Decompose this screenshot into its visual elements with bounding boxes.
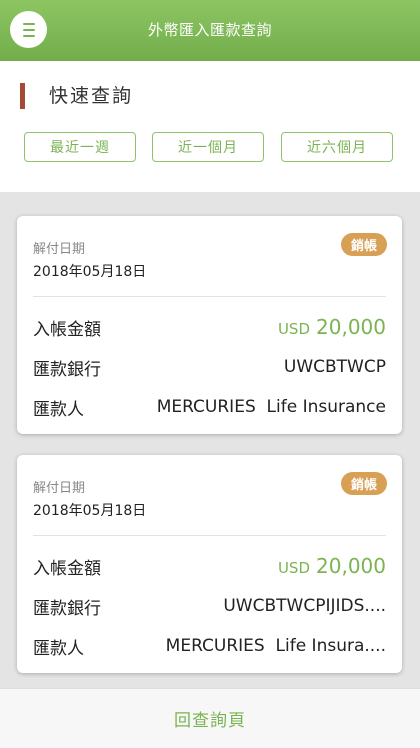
quick-query-title: 快速查詢 [49, 85, 134, 107]
currency: USD [277, 559, 311, 577]
amount-value: USD 20,000 [278, 554, 386, 578]
amount-label: 入帳金額 [33, 558, 101, 579]
remitter-label: 匯款人 [33, 638, 84, 659]
bank-row: 匯款銀行 UWCBTWCP [33, 355, 386, 380]
remitter-row: 匯款人 MERCURIES Life Insura.... [33, 634, 386, 659]
date-label: 解付日期 [33, 242, 86, 257]
quick-query-section: 快速查詢 最近一週 近一個月 近六個月 [0, 61, 420, 192]
remittance-card[interactable]: 解付日期 2018年05月18日 銷帳 入帳金額 USD 20,000 匯款銀行 … [17, 216, 402, 434]
remitter-value: MERCURIES Life Insura.... [165, 636, 386, 656]
status-badge: 銷帳 [341, 233, 387, 256]
remitter-value: MERCURIES Life Insurance [156, 397, 386, 417]
amount-number: 20,000 [316, 315, 386, 339]
last-six-months-button[interactable]: 近六個月 [281, 132, 393, 162]
amount-number: 20,000 [316, 554, 386, 578]
date-value: 2018年05月18日 [33, 503, 147, 519]
app-header: 外幣匯入匯款查詢 [0, 0, 420, 61]
divider [33, 296, 386, 297]
date-value: 2018年05月18日 [33, 264, 147, 280]
remitter-label: 匯款人 [33, 399, 84, 420]
last-month-button[interactable]: 近一個月 [152, 132, 264, 162]
section-marker [20, 83, 25, 109]
back-to-query-button[interactable]: 回查詢頁 [0, 688, 420, 748]
bank-row: 匯款銀行 UWCBTWCPIJIDS.... [33, 594, 386, 619]
remittance-card[interactable]: 解付日期 2018年05月18日 銷帳 入帳金額 USD 20,000 匯款銀行 … [17, 455, 402, 673]
divider [33, 535, 386, 536]
amount-value: USD 20,000 [278, 315, 386, 339]
bank-label: 匯款銀行 [33, 598, 101, 619]
last-week-button[interactable]: 最近一週 [24, 132, 136, 162]
amount-row: 入帳金額 USD 20,000 [33, 554, 386, 579]
currency: USD [277, 320, 311, 338]
bank-label: 匯款銀行 [33, 359, 101, 380]
amount-row: 入帳金額 USD 20,000 [33, 315, 386, 340]
status-badge: 銷帳 [341, 472, 387, 495]
bank-value: UWCBTWCPIJIDS.... [223, 596, 386, 616]
bank-value: UWCBTWCP [283, 357, 386, 377]
date-label: 解付日期 [33, 481, 86, 496]
amount-label: 入帳金額 [33, 319, 101, 340]
remitter-row: 匯款人 MERCURIES Life Insurance [33, 395, 386, 420]
page-title: 外幣匯入匯款查詢 [147, 21, 272, 39]
